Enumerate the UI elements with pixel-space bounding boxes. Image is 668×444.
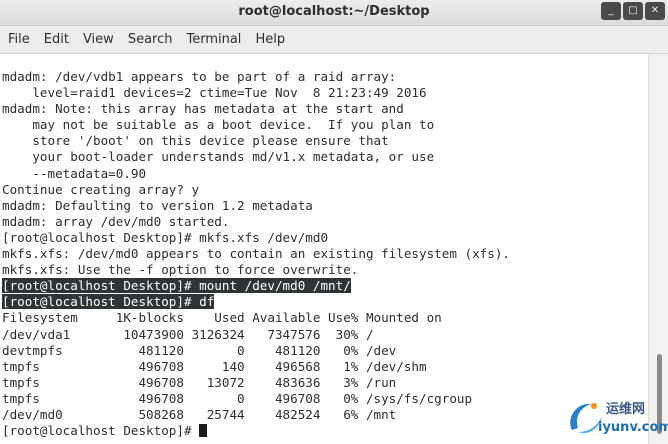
prompt-text: [root@localhost Desktop]#: [2, 423, 200, 439]
terminal-line: devtmpfs 481120 0 481120 0% /dev: [2, 342, 397, 358]
terminal-line: /dev/md0 508268 25744 482524 6% /mnt: [2, 406, 397, 422]
window-title: root@localhost:~/Desktop: [238, 4, 430, 19]
menu-file[interactable]: File: [0, 32, 37, 47]
maximize-button[interactable]: □: [623, 2, 643, 20]
vertical-scrollbar[interactable]: [648, 54, 668, 444]
watermark-text: 运维网: [606, 402, 646, 417]
selected-text: [root@localhost Desktop]# df: [2, 294, 215, 310]
terminal-line: /dev/vda1 10473900 3126324 7347576 30% /: [2, 326, 374, 342]
minimize-button[interactable]: _: [601, 2, 621, 20]
menu-terminal[interactable]: Terminal: [179, 32, 248, 47]
terminal-line: mkfs.xfs: /dev/md0 appears to contain an…: [2, 246, 510, 262]
title-bar[interactable]: root@localhost:~/Desktop _ □ ✕: [0, 0, 668, 26]
terminal-line: level=raid1 devices=2 ctime=Tue Nov 8 21…: [2, 85, 427, 101]
menu-help[interactable]: Help: [248, 32, 292, 47]
close-button[interactable]: ✕: [645, 2, 665, 20]
terminal-line: mdadm: Defaulting to version 1.2 metadat…: [2, 197, 313, 213]
terminal-line: tmpfs 496708 13072 483636 3% /run: [2, 374, 397, 390]
selected-text: [root@localhost Desktop]# mount /dev/md0…: [2, 278, 351, 294]
terminal-output[interactable]: mdadm: /dev/vdb1 appears to be part of a…: [0, 54, 648, 444]
text-cursor: [199, 424, 208, 438]
terminal-line: Continue creating array? y: [2, 181, 200, 197]
terminal-line: may not be suitable as a boot device. If…: [2, 117, 435, 133]
menu-edit[interactable]: Edit: [37, 32, 76, 47]
terminal-line-selected: [root@localhost Desktop]# mount /dev/md0…: [2, 278, 510, 294]
terminal-line: Filesystem 1K-blocks Used Available Use%…: [2, 310, 442, 326]
terminal-line-selected: [root@localhost Desktop]# df: [2, 294, 510, 310]
watermark-url: iyunv.com: [598, 420, 668, 435]
terminal-line: tmpfs 496708 140 496568 1% /dev/shm: [2, 358, 427, 374]
terminal-line: --metadata=0.90: [2, 165, 147, 181]
terminal-line: [root@localhost Desktop]# mkfs.xfs /dev/…: [2, 229, 329, 245]
terminal-line: mdadm: /dev/vdb1 appears to be part of a…: [2, 69, 397, 84]
terminal-line: mdadm: Note: this array has metadata at …: [2, 101, 404, 117]
terminal-line: mkfs.xfs: Use the -f option to force ove…: [2, 262, 359, 278]
window-controls: _ □ ✕: [601, 2, 665, 20]
terminal-line: tmpfs 496708 0 496708 0% /sys/fs/cgroup: [2, 390, 473, 406]
watermark-logo: 运维网 iyunv.com: [560, 392, 668, 444]
terminal-lines: mdadm: /dev/vdb1 appears to be part of a…: [2, 69, 510, 439]
terminal-line: mdadm: array /dev/md0 started.: [2, 213, 230, 229]
terminal-line: store '/boot' on this device please ensu…: [2, 133, 389, 149]
terminal-line: your boot-loader understands md/v1.x met…: [2, 149, 435, 165]
menu-view[interactable]: View: [76, 32, 121, 47]
terminal-window: root@localhost:~/Desktop _ □ ✕ File Edit…: [0, 0, 668, 444]
menu-bar: File Edit View Search Terminal Help: [0, 26, 668, 54]
prompt-line[interactable]: [root@localhost Desktop]#: [2, 423, 510, 439]
menu-search[interactable]: Search: [121, 32, 180, 47]
